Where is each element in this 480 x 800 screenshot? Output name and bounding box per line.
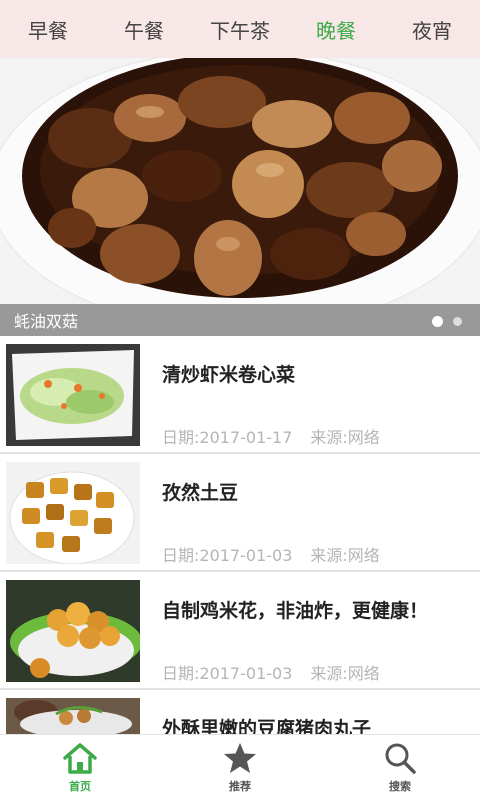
nav-label: 搜索 <box>389 780 411 793</box>
recipe-item[interactable]: 外酥里嫩的豆腐猪肉丸子 <box>0 690 480 734</box>
nav-label: 首页 <box>69 780 91 793</box>
banner-caption-bar: 蚝油双菇 <box>0 304 480 336</box>
tab-late-night-snack[interactable]: 夜宵 <box>384 15 480 44</box>
recipe-item[interactable]: 孜然土豆 日期:2017-01-03 来源:网络 <box>0 454 480 572</box>
recipe-source: 来源:网络 <box>310 546 380 565</box>
recipe-meta: 日期:2017-01-17 来源:网络 <box>162 424 398 448</box>
nav-recommend[interactable]: 推荐 <box>160 735 320 800</box>
recipe-list: 清炒虾米卷心菜 日期:2017-01-17 来源:网络 孜然土豆 日期:2017-… <box>0 336 480 734</box>
tab-afternoon-tea[interactable]: 下午茶 <box>192 15 288 44</box>
nav-search[interactable]: 搜索 <box>320 735 480 800</box>
page-dot <box>453 317 462 326</box>
recipe-thumbnail <box>6 698 140 734</box>
tab-dinner[interactable]: 晚餐 <box>288 15 384 44</box>
featured-banner[interactable]: 蚝油双菇 <box>0 58 480 336</box>
recipe-title: 清炒虾米卷心菜 <box>162 364 296 386</box>
search-icon <box>385 743 416 774</box>
recipe-source: 来源:网络 <box>310 664 380 683</box>
recipe-date: 日期:2017-01-03 <box>162 664 293 683</box>
category-tabbar: 早餐 午餐 下午茶 晚餐 夜宵 <box>0 0 480 58</box>
recipe-title: 孜然土豆 <box>162 482 239 504</box>
recipe-date: 日期:2017-01-17 <box>162 428 293 447</box>
banner-image <box>0 58 480 304</box>
star-icon <box>224 743 256 773</box>
bottom-navigation: 首页 推荐 搜索 <box>0 734 480 800</box>
recipe-date: 日期:2017-01-03 <box>162 546 293 565</box>
tab-lunch[interactable]: 午餐 <box>96 15 192 44</box>
tab-breakfast[interactable]: 早餐 <box>0 15 96 44</box>
banner-caption: 蚝油双菇 <box>14 312 79 331</box>
recipe-meta: 日期:2017-01-03 来源:网络 <box>162 660 398 684</box>
nav-label: 推荐 <box>229 780 251 793</box>
home-icon <box>63 743 97 774</box>
recipe-item[interactable]: 清炒虾米卷心菜 日期:2017-01-17 来源:网络 <box>0 336 480 454</box>
recipe-item[interactable]: 自制鸡米花，非油炸，更健康！ 日期:2017-01-03 来源:网络 <box>0 572 480 690</box>
nav-home[interactable]: 首页 <box>0 735 160 800</box>
recipe-title: 自制鸡米花，非油炸，更健康！ <box>162 600 429 622</box>
banner-page-indicator <box>432 316 462 327</box>
recipe-thumbnail <box>6 462 140 564</box>
recipe-thumbnail <box>6 344 140 446</box>
page-dot-active <box>432 316 443 327</box>
recipe-meta: 日期:2017-01-03 来源:网络 <box>162 542 398 566</box>
recipe-thumbnail <box>6 580 140 682</box>
recipe-source: 来源:网络 <box>310 428 380 447</box>
recipe-title: 外酥里嫩的豆腐猪肉丸子 <box>162 718 372 734</box>
